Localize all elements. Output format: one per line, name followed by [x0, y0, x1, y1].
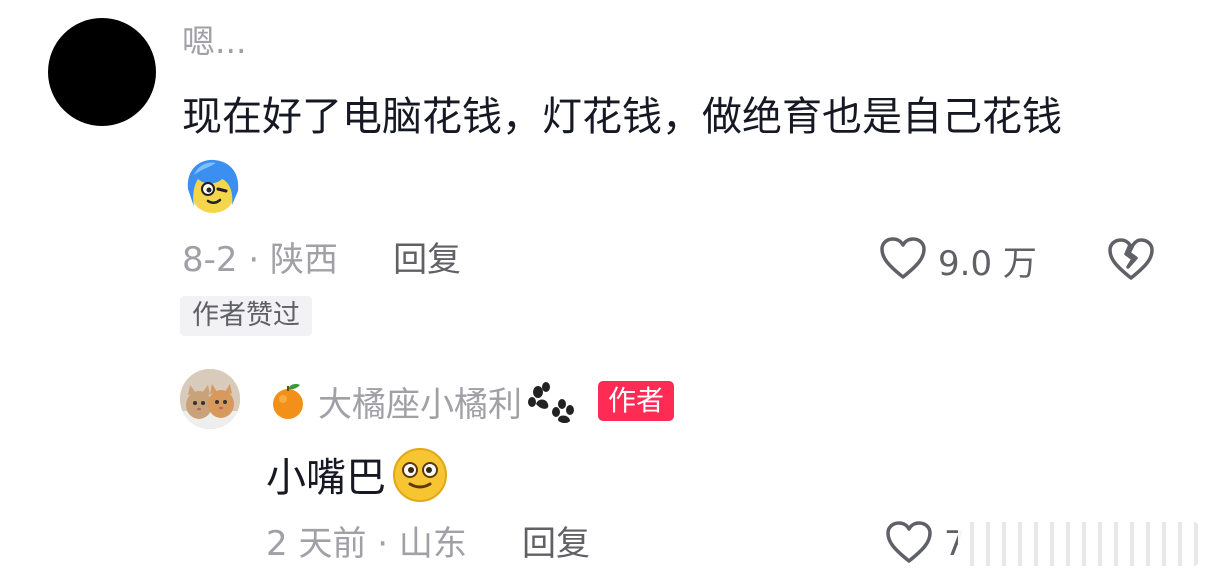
watermark-overlay — [958, 522, 1198, 566]
paw-icon — [526, 378, 578, 424]
cartoon-sticker-icon — [182, 155, 244, 217]
heart-icon — [884, 519, 934, 569]
reply-username[interactable]: 大橘座小橘利 — [318, 377, 522, 426]
reply-button[interactable]: 回复 — [393, 240, 461, 280]
commenter-avatar[interactable] — [48, 18, 156, 126]
heart-icon — [878, 235, 928, 285]
reply-content: 小嘴巴 — [266, 444, 450, 504]
like-count: 9.0 万 — [938, 243, 1037, 284]
like-button[interactable]: 9.0 万 — [878, 234, 1037, 286]
comment-meta: 8-2 · 陕西 回复 — [182, 236, 461, 284]
commenter-username[interactable]: 嗯... — [182, 20, 246, 64]
author-badge: 作者 — [598, 381, 675, 421]
comment-date-location: 8-2 · 陕西 — [182, 240, 338, 280]
broken-heart-icon[interactable] — [1106, 234, 1156, 284]
reply-header: 大橘座小橘利 作者 — [268, 376, 675, 426]
comment-text: 现在好了电脑花钱，灯花钱，做绝育也是自己花钱 — [182, 94, 1062, 140]
reply-text: 小嘴巴 — [266, 455, 386, 501]
orange-icon — [268, 381, 308, 421]
smile-emoji-icon — [390, 444, 450, 504]
reply-avatar[interactable] — [180, 369, 240, 429]
reply-meta: 2 天前 · 山东 回复 — [266, 520, 590, 568]
author-liked-badge: 作者赞过 — [180, 296, 312, 336]
reply-like-button[interactable]: 7 — [884, 518, 966, 570]
reply-date-location: 2 天前 · 山东 — [266, 524, 467, 564]
reply-reply-button[interactable]: 回复 — [522, 524, 590, 564]
